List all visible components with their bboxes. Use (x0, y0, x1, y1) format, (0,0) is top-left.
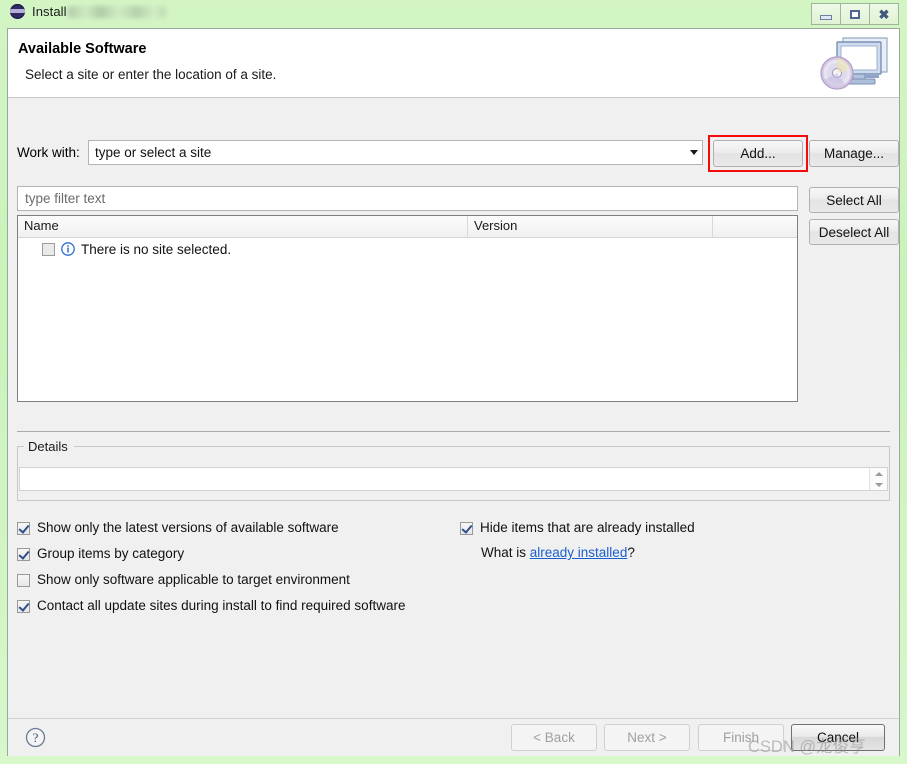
window-title: Install (32, 4, 67, 19)
info-icon (61, 242, 75, 256)
deselect-all-button[interactable]: Deselect All (809, 219, 899, 245)
work-with-combo[interactable]: type or select a site (88, 140, 703, 165)
table-header-row: Name Version (18, 216, 797, 238)
row-checkbox[interactable] (42, 242, 55, 256)
option-hide-installed[interactable]: Hide items that are already installed (460, 520, 695, 535)
monitor-disc-icon (820, 37, 888, 90)
maximize-icon (850, 9, 860, 19)
page-subtitle: Select a site or enter the location of a… (25, 67, 277, 82)
checkbox-hide-installed[interactable] (460, 522, 473, 535)
close-button[interactable]: ✖ (870, 3, 899, 25)
title-bar-left: Install (10, 4, 67, 19)
window-controls: ✖ (811, 3, 899, 25)
filter-input[interactable]: type filter text (17, 186, 798, 211)
checkbox-group-by-category[interactable] (17, 548, 30, 561)
checkbox-show-latest-versions[interactable] (17, 522, 30, 535)
option-target-environment[interactable]: Show only software applicable to target … (17, 572, 350, 587)
table-row[interactable]: There is no site selected. (18, 238, 797, 260)
software-table[interactable]: Name Version There is no site selected. (17, 215, 798, 402)
details-textarea[interactable] (19, 467, 888, 491)
scroll-down-icon[interactable] (874, 482, 883, 487)
details-separator (17, 431, 890, 432)
row-label: There is no site selected. (81, 241, 232, 257)
work-with-row: Work with: type or select a site Add... … (8, 135, 899, 172)
install-wizard-window: Install ✖ Available Software Select a si… (0, 0, 907, 764)
already-installed-link[interactable]: already installed (530, 545, 628, 560)
title-bar: Install ✖ (0, 0, 907, 28)
option-label: Contact all update sites during install … (37, 598, 406, 613)
chevron-down-icon (690, 150, 698, 155)
option-show-latest-versions[interactable]: Show only the latest versions of availab… (17, 520, 339, 535)
cancel-button[interactable]: Cancel (791, 724, 885, 751)
checkbox-contact-update-sites[interactable] (17, 600, 30, 613)
dialog-header: Available Software Select a site or ente… (8, 29, 899, 98)
whatis-prefix: What is (481, 545, 530, 560)
add-button[interactable]: Add... (713, 140, 803, 167)
details-scrollbar[interactable] (869, 468, 887, 490)
back-button[interactable]: < Back (511, 724, 597, 751)
select-all-button[interactable]: Select All (809, 187, 899, 213)
work-with-combo-text: type or select a site (95, 145, 212, 160)
maximize-button[interactable] (841, 3, 870, 25)
column-header-version[interactable]: Version (468, 216, 713, 237)
help-icon[interactable]: ? (25, 727, 46, 748)
details-legend: Details (25, 439, 71, 454)
eclipse-icon (10, 4, 25, 19)
what-is-already-installed: What is already installed? (481, 545, 635, 560)
svg-text:?: ? (33, 730, 39, 745)
manage-button[interactable]: Manage... (809, 140, 899, 167)
option-group-by-category[interactable]: Group items by category (17, 546, 184, 561)
option-label: Show only software applicable to target … (37, 572, 350, 587)
column-header-blank[interactable] (713, 216, 797, 237)
column-header-name[interactable]: Name (18, 216, 468, 237)
page-title: Available Software (18, 41, 147, 57)
work-with-label: Work with: (17, 145, 80, 160)
close-icon: ✖ (878, 6, 890, 22)
option-label: Show only the latest versions of availab… (37, 520, 339, 535)
minimize-icon (820, 14, 832, 20)
scroll-up-icon[interactable] (874, 471, 883, 476)
checkbox-target-environment[interactable] (17, 574, 30, 587)
option-label: Hide items that are already installed (480, 520, 695, 535)
dialog-content: Work with: type or select a site Add... … (8, 98, 899, 718)
minimize-button[interactable] (811, 3, 841, 25)
option-contact-update-sites[interactable]: Contact all update sites during install … (17, 598, 405, 613)
next-button[interactable]: Next > (604, 724, 690, 751)
filter-placeholder: type filter text (25, 191, 106, 206)
finish-button[interactable]: Finish (698, 724, 784, 751)
dialog-body: Available Software Select a site or ente… (7, 28, 900, 756)
option-label: Group items by category (37, 546, 185, 561)
blurred-title-suffix (68, 6, 166, 18)
whatis-suffix: ? (627, 545, 635, 560)
dialog-footer: ? < Back Next > Finish Cancel (8, 718, 899, 756)
